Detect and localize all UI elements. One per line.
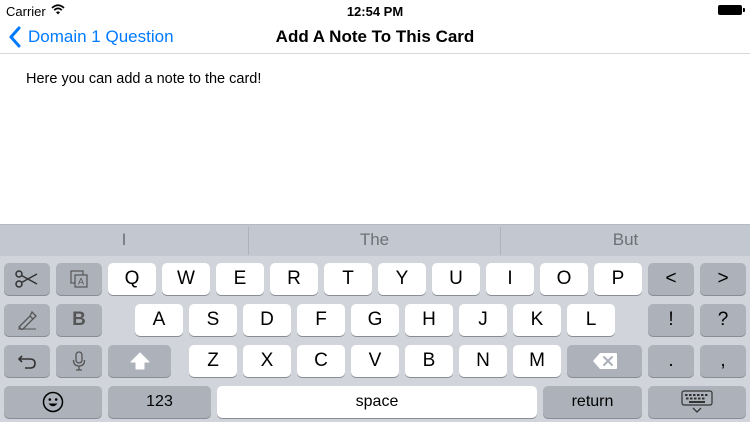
- status-bar: Carrier 12:54 PM: [0, 0, 750, 20]
- bold-button[interactable]: B: [56, 304, 102, 336]
- suggestion-item[interactable]: I: [0, 225, 248, 257]
- space-bar[interactable]: space: [217, 386, 537, 418]
- key-d[interactable]: D: [243, 304, 291, 336]
- suggestion-item[interactable]: But: [501, 225, 750, 257]
- undo-button[interactable]: [4, 345, 50, 377]
- key-less-than[interactable]: <: [648, 263, 694, 295]
- copy-button[interactable]: A: [56, 263, 102, 295]
- key-x[interactable]: X: [243, 345, 291, 377]
- key-a[interactable]: A: [135, 304, 183, 336]
- suggestion-item[interactable]: The: [249, 225, 500, 257]
- emoji-button[interactable]: [4, 386, 102, 418]
- scissors-icon: [15, 270, 38, 288]
- key-p[interactable]: P: [594, 263, 642, 295]
- key-q[interactable]: Q: [108, 263, 156, 295]
- key-g[interactable]: G: [351, 304, 399, 336]
- key-greater-than[interactable]: >: [700, 263, 746, 295]
- undo-icon: [18, 355, 36, 369]
- keyboard: I The But A Q W E R T Y U I O P < > B A …: [0, 224, 750, 422]
- page-title: Add A Note To This Card: [275, 27, 475, 46]
- backspace-icon: [592, 353, 617, 369]
- key-v[interactable]: V: [351, 345, 399, 377]
- key-n[interactable]: N: [459, 345, 507, 377]
- key-h[interactable]: H: [405, 304, 453, 336]
- dictation-button[interactable]: [56, 345, 102, 377]
- key-question[interactable]: ?: [700, 304, 746, 336]
- emoji-icon: [42, 391, 64, 413]
- key-k[interactable]: K: [513, 304, 561, 336]
- key-e[interactable]: E: [216, 263, 264, 295]
- delete-button[interactable]: [567, 345, 642, 377]
- key-m[interactable]: M: [513, 345, 561, 377]
- key-r[interactable]: R: [270, 263, 318, 295]
- key-o[interactable]: O: [540, 263, 588, 295]
- key-exclamation[interactable]: !: [648, 304, 694, 336]
- shift-button[interactable]: [108, 345, 171, 377]
- key-z[interactable]: Z: [189, 345, 237, 377]
- dismiss-keyboard-button[interactable]: [648, 386, 746, 418]
- key-b[interactable]: B: [405, 345, 453, 377]
- paste-icon: [18, 310, 37, 330]
- key-period[interactable]: .: [648, 345, 694, 377]
- return-button[interactable]: return: [543, 386, 642, 418]
- battery-icon: [718, 5, 745, 15]
- key-l[interactable]: L: [567, 304, 615, 336]
- svg-text:A: A: [78, 277, 84, 287]
- numbers-button[interactable]: 123: [108, 386, 211, 418]
- key-f[interactable]: F: [297, 304, 345, 336]
- key-s[interactable]: S: [189, 304, 237, 336]
- suggestion-bar: I The But: [0, 224, 750, 256]
- shift-icon: [130, 352, 149, 370]
- keyboard-dismiss-icon: [681, 390, 713, 413]
- key-y[interactable]: Y: [378, 263, 426, 295]
- paste-button[interactable]: [4, 304, 50, 336]
- key-u[interactable]: U: [432, 263, 480, 295]
- note-text-area[interactable]: Here you can add a note to the card!: [0, 55, 750, 224]
- key-j[interactable]: J: [459, 304, 507, 336]
- key-w[interactable]: W: [162, 263, 210, 295]
- cut-button[interactable]: [4, 263, 50, 295]
- key-comma[interactable]: ,: [700, 345, 746, 377]
- microphone-icon: [72, 351, 86, 371]
- key-c[interactable]: C: [297, 345, 345, 377]
- status-time: 12:54 PM: [346, 4, 404, 19]
- navigation-bar: Domain 1 Question Add A Note To This Car…: [0, 20, 750, 54]
- key-i[interactable]: I: [486, 263, 534, 295]
- key-t[interactable]: T: [324, 263, 372, 295]
- note-text: Here you can add a note to the card!: [26, 71, 262, 87]
- copy-icon: A: [70, 270, 88, 288]
